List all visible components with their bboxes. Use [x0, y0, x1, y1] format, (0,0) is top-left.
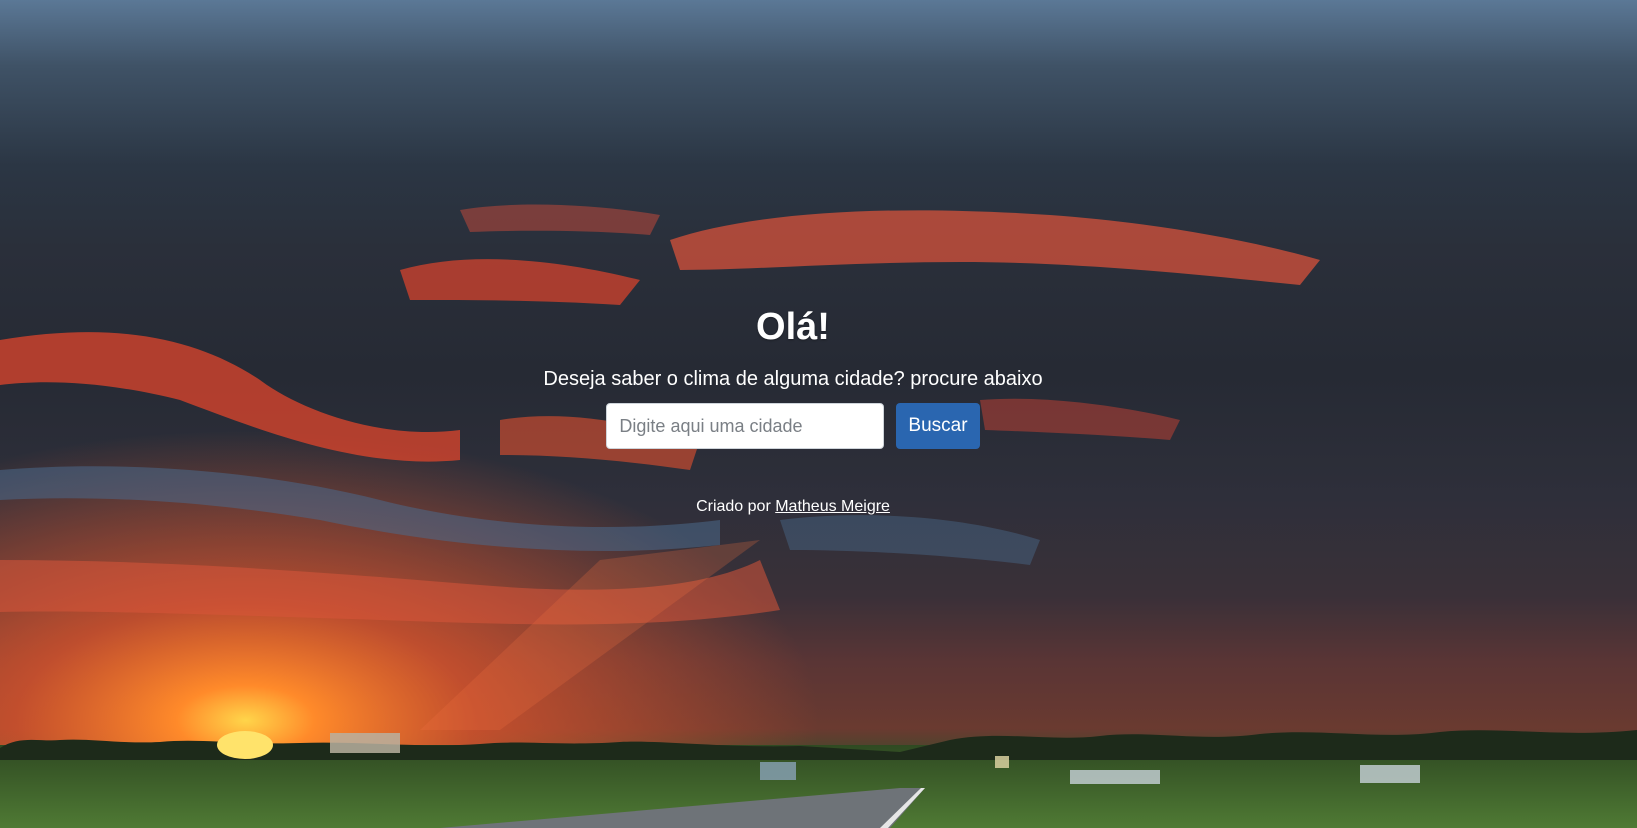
hero-section: Olá! Deseja saber o clima de alguma cida… [0, 305, 1586, 517]
page-title: Olá! [756, 306, 830, 348]
page-subtitle: Deseja saber o clima de alguma cidade? p… [543, 368, 1043, 390]
credit-line: Criado por Matheus Meigre [0, 497, 1586, 517]
city-search-input[interactable] [606, 403, 885, 449]
search-form: Buscar [0, 403, 1586, 449]
author-link[interactable]: Matheus Meigre [775, 498, 890, 515]
page: Olá! Deseja saber o clima de alguma cida… [0, 0, 1637, 828]
credit-prefix: Criado por [696, 498, 771, 515]
search-button[interactable]: Buscar [896, 403, 980, 449]
